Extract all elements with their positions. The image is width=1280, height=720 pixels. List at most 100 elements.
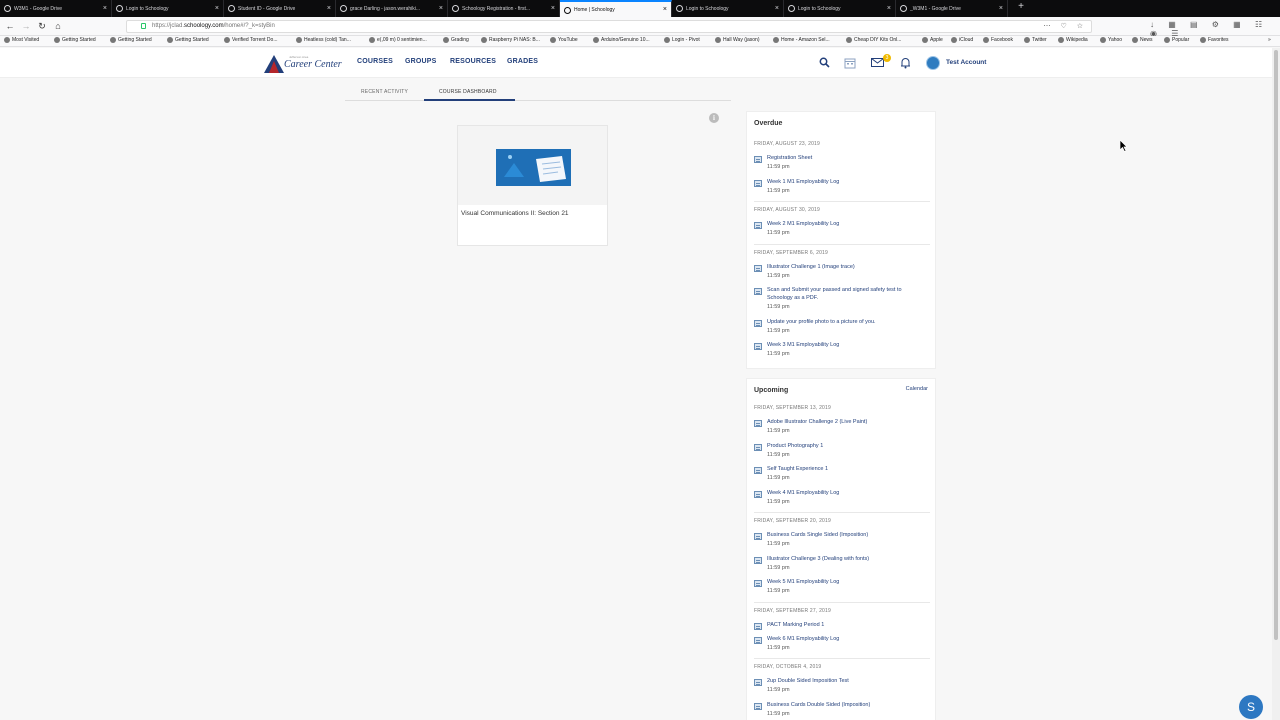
event-link[interactable]: Illustrator Challenge 3 (Dealing with fo… bbox=[767, 556, 917, 564]
browser-tab[interactable]: Login to Schoology × bbox=[672, 0, 784, 17]
back-icon[interactable]: ← bbox=[4, 20, 16, 32]
event-link[interactable]: Business Cards Double Sided (Imposition) bbox=[767, 702, 917, 710]
calendar-icon[interactable] bbox=[844, 57, 856, 69]
nav-courses[interactable]: COURSES bbox=[357, 58, 393, 65]
calendar-link[interactable]: Calendar bbox=[906, 386, 928, 392]
course-card[interactable]: Visual Communications II: Section 21 bbox=[457, 125, 608, 246]
tab-course-dashboard[interactable]: COURSE DASHBOARD bbox=[439, 89, 497, 95]
event-link[interactable]: Adobe Illustrator Challenge 2 (Live Pain… bbox=[767, 419, 917, 427]
browser-tab[interactable]: grace Darling - jason.werahiki... × bbox=[336, 0, 448, 17]
mouse-cursor-icon bbox=[1120, 140, 1128, 152]
bookmark-label: Most Visited bbox=[12, 37, 40, 43]
bookmark-item[interactable]: YouTube bbox=[550, 37, 578, 43]
event-link[interactable]: Scan and Submit your passed and signed s… bbox=[767, 287, 917, 302]
url-path: /home#/?_k=styBin bbox=[223, 23, 275, 29]
avatar[interactable] bbox=[926, 56, 940, 70]
nav-grades[interactable]: GRADES bbox=[507, 58, 538, 65]
nav-groups[interactable]: GROUPS bbox=[405, 58, 437, 65]
browser-tab[interactable]: Student ID - Google Drive × bbox=[224, 0, 336, 17]
close-tab-icon[interactable]: × bbox=[551, 5, 555, 12]
bookmark-item[interactable]: Favorites bbox=[1200, 37, 1229, 43]
event-link[interactable]: Week 1 M1 Employability Log bbox=[767, 179, 917, 187]
event-link[interactable]: 2up Double Sided Imposition Test bbox=[767, 678, 917, 686]
bookmark-item[interactable]: Cheap DIY Kits Onl... bbox=[846, 37, 901, 43]
bookmark-item[interactable]: Verified Torrent Do... bbox=[224, 37, 278, 43]
notifications-bell-icon[interactable] bbox=[900, 57, 911, 69]
info-icon[interactable]: i bbox=[709, 113, 719, 123]
close-tab-icon[interactable]: × bbox=[327, 5, 331, 12]
bookmark-item[interactable]: e(,09 m) 0 sentimien... bbox=[369, 37, 427, 43]
event-link[interactable]: Product Photography 1 bbox=[767, 443, 917, 451]
bookmark-item[interactable]: Getting Started bbox=[110, 37, 152, 43]
bookmark-item[interactable]: Hall Way (jason) bbox=[715, 37, 760, 43]
event-time: 11:59 pm bbox=[767, 303, 790, 310]
bookmarks-toolbar: Most Visited Getting Started Getting Start… bbox=[0, 36, 1280, 47]
close-tab-icon[interactable]: × bbox=[215, 5, 219, 12]
scrollbar-thumb[interactable] bbox=[1274, 50, 1278, 640]
bookmark-item[interactable]: Raspberry Pi NAS: B... bbox=[481, 37, 540, 43]
course-title[interactable]: Visual Communications II: Section 21 bbox=[461, 210, 569, 217]
search-icon[interactable] bbox=[819, 57, 830, 68]
reload-icon[interactable]: ↻ bbox=[36, 20, 48, 32]
bookmark-item[interactable]: Getting Started bbox=[167, 37, 209, 43]
close-tab-icon[interactable]: × bbox=[663, 6, 667, 13]
bookmark-item[interactable]: Twitter bbox=[1024, 37, 1047, 43]
bookmark-label: News bbox=[1140, 37, 1153, 43]
nav-resources[interactable]: RESOURCES bbox=[450, 58, 496, 65]
event-link[interactable]: Week 2 M1 Employability Log bbox=[767, 221, 917, 229]
bookmark-item[interactable]: Getting Started bbox=[54, 37, 96, 43]
forward-icon[interactable]: → bbox=[20, 20, 32, 32]
browser-tab[interactable]: Login to Schoology × bbox=[784, 0, 896, 17]
address-bar[interactable]: https://jclad.schoology.com/home#/?_k=st… bbox=[126, 20, 1092, 33]
bookmark-item[interactable]: Popular bbox=[1164, 37, 1189, 43]
close-tab-icon[interactable]: × bbox=[103, 5, 107, 12]
chat-button[interactable]: S bbox=[1239, 695, 1263, 719]
bookmark-item[interactable]: Apple bbox=[922, 37, 943, 43]
bookmark-item[interactable]: Arduino/Genuino 10... bbox=[593, 37, 650, 43]
close-tab-icon[interactable]: × bbox=[439, 5, 443, 12]
page-actions-icon[interactable]: ⋯ ♡ ☆ bbox=[1044, 21, 1087, 32]
browser-tab[interactable]: Schoology Registration - first... × bbox=[448, 0, 560, 17]
bookmark-item[interactable]: Login - Pivot bbox=[664, 37, 700, 43]
event-link[interactable]: Illustrator Challenge 1 (Image trace) bbox=[767, 264, 917, 272]
bookmark-item[interactable]: News bbox=[1132, 37, 1153, 43]
bookmark-item[interactable]: Wikipedia bbox=[1058, 37, 1088, 43]
bookmark-item[interactable]: Most Visited bbox=[4, 37, 39, 43]
tab-favicon-icon bbox=[676, 5, 683, 12]
tab-recent-activity[interactable]: RECENT ACTIVITY bbox=[361, 89, 408, 95]
messages-icon[interactable] bbox=[871, 57, 884, 68]
bookmark-label: YouTube bbox=[558, 37, 578, 43]
new-tab-button[interactable]: + bbox=[1015, 1, 1027, 12]
browser-tab[interactable]: Home | Schoology × bbox=[560, 0, 672, 17]
bookmark-item[interactable]: Grading bbox=[443, 37, 469, 43]
event-link[interactable]: Registration Sheet bbox=[767, 155, 917, 163]
bookmark-item[interactable]: iCloud bbox=[951, 37, 973, 43]
bookmarks-overflow-icon[interactable]: » bbox=[1268, 37, 1271, 43]
bookmark-item[interactable]: Yahoo bbox=[1100, 37, 1122, 43]
bookmark-favicon-icon bbox=[167, 37, 173, 43]
event-link[interactable]: Week 5 M1 Employability Log bbox=[767, 579, 917, 587]
browser-tab[interactable]: _W3M1 - Google Drive × bbox=[896, 0, 1008, 17]
event-link[interactable]: Week 3 M1 Employability Log bbox=[767, 342, 917, 350]
event-link[interactable]: Week 6 M1 Employability Log bbox=[767, 636, 917, 644]
home-icon[interactable]: ⌂ bbox=[52, 20, 64, 32]
account-name[interactable]: Test Account bbox=[946, 59, 986, 66]
bookmark-favicon-icon bbox=[443, 37, 449, 43]
bookmark-item[interactable]: Home - Amazon Sel... bbox=[773, 37, 830, 43]
day-separator bbox=[754, 512, 930, 513]
bookmark-item[interactable]: Facebook bbox=[983, 37, 1013, 43]
bookmark-label: Hall Way (jason) bbox=[723, 37, 760, 43]
event-link[interactable]: Business Cards Single Sided (Imposition) bbox=[767, 532, 917, 540]
close-tab-icon[interactable]: × bbox=[999, 5, 1003, 12]
event-link[interactable]: Week 4 M1 Employability Log bbox=[767, 490, 917, 498]
close-tab-icon[interactable]: × bbox=[887, 5, 891, 12]
event-link[interactable]: PACT Marking Period 1 bbox=[767, 622, 917, 630]
bookmark-label: Favorites bbox=[1208, 37, 1229, 43]
browser-tab[interactable]: W3M1 - Google Drive × bbox=[0, 0, 112, 17]
close-tab-icon[interactable]: × bbox=[775, 5, 779, 12]
bookmark-item[interactable]: Heatless (cold) Tan... bbox=[296, 37, 351, 43]
event-link[interactable]: Self Taught Experience 1 bbox=[767, 466, 917, 474]
browser-tab[interactable]: Login to Schoology × bbox=[112, 0, 224, 17]
event-link[interactable]: Update your profile photo to a picture o… bbox=[767, 319, 917, 327]
school-logo[interactable]: Jefferson Area Career Center bbox=[264, 54, 348, 73]
